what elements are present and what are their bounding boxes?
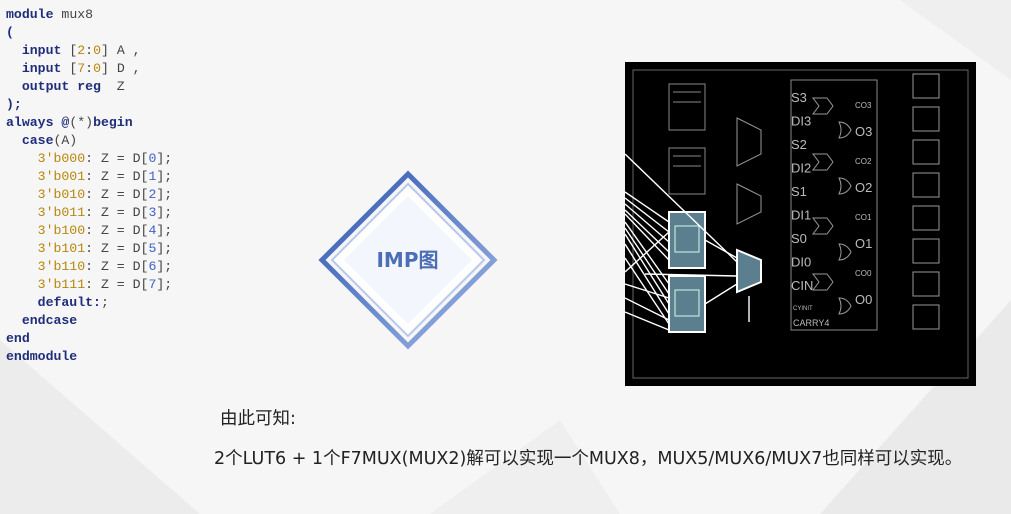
code-token: module — [6, 7, 62, 22]
code-token: 0 — [93, 61, 101, 76]
code-token: 3'b010 — [6, 187, 86, 202]
conclusion-title: 由此可知: — [220, 409, 296, 429]
carry4-pin-di2: DI2 — [791, 161, 811, 176]
code-token: endcase — [6, 313, 78, 328]
code-token: : Z = D[ — [85, 241, 149, 256]
code-token: mux8 — [61, 7, 94, 22]
flip-flop — [912, 139, 940, 165]
code-token: : Z = D[ — [85, 151, 149, 166]
code-token: 0 — [93, 43, 101, 58]
code-token: (A) — [53, 133, 78, 148]
lut-block-upper — [668, 83, 706, 195]
code-token: : Z = D[ — [85, 205, 149, 220]
code-token: endmodule — [6, 349, 78, 364]
carry4-pin-co1: CO1 — [855, 213, 872, 222]
code-token: : — [85, 43, 94, 58]
code-token: ]; — [156, 241, 173, 256]
code-token: input — [6, 43, 70, 58]
code-token: ; — [100, 295, 109, 310]
code-token: : Z = D[ — [85, 277, 149, 292]
code-token: always @ — [6, 115, 70, 130]
carry4-name: CARRY4 — [793, 318, 829, 328]
flip-flop — [912, 205, 940, 231]
code-token: ] A , — [101, 43, 141, 58]
flip-flop — [912, 271, 940, 297]
code-token: ( — [6, 25, 14, 40]
code-token: (*) — [69, 115, 94, 130]
schematic-canvas: S3 DI3 S2 DI2 S1 DI1 S0 DI0 CIN CO3 CO2 CO1 CO0 O3 O… — [625, 69, 969, 379]
carry4-pin-s2: S2 — [791, 137, 807, 152]
code-token: : Z = D[ — [85, 169, 149, 184]
code-token: : Z = D[ — [85, 187, 149, 202]
carry4-pin-s0: S0 — [791, 231, 807, 246]
carry4-pin-o2: O2 — [855, 180, 872, 195]
code-token: ]; — [156, 187, 173, 202]
code-token: ]; — [156, 223, 173, 238]
code-token: 3'b111 — [6, 277, 86, 292]
code-token: ]; — [156, 151, 173, 166]
flip-flop — [912, 73, 940, 99]
code-token: ); — [6, 97, 22, 112]
code-token: ]; — [156, 205, 173, 220]
verilog-code-block: module mux8 ( input [2:0] A , input [7:0… — [6, 6, 172, 366]
f7mux — [736, 248, 762, 294]
carry4-pin-o3: O3 — [855, 124, 872, 139]
carry4-pin-co0: CO0 — [855, 269, 872, 278]
code-token: end — [6, 331, 30, 346]
carry4-pin-co3: CO3 — [855, 101, 872, 110]
carry4-pin-di0: DI0 — [791, 255, 811, 270]
code-token: ]; — [156, 169, 173, 184]
code-token: : Z = D[ — [85, 223, 149, 238]
carry4-pin-o1: O1 — [855, 236, 872, 251]
code-token: 3'b100 — [6, 223, 86, 238]
code-token: default: — [6, 295, 101, 310]
code-token: ]; — [156, 259, 173, 274]
code-token: 2 — [77, 43, 86, 58]
implementation-schematic: S3 DI3 S2 DI2 S1 DI1 S0 DI0 CIN CO3 CO2 CO1 CO0 O3 O… — [625, 62, 976, 386]
carry4-pin-co2: CO2 — [855, 157, 872, 166]
flip-flop — [912, 238, 940, 264]
code-token: 3'b011 — [6, 205, 86, 220]
code-token: Z — [108, 79, 125, 94]
mux-shapes-faded — [736, 117, 762, 225]
carry4-pin-labels: S3 DI3 S2 DI2 S1 DI1 S0 DI0 CIN — [791, 90, 813, 293]
carry4-pin-di3: DI3 — [791, 114, 811, 129]
lut6-active — [668, 211, 706, 333]
code-token: output reg — [6, 79, 109, 94]
flip-flop — [912, 304, 940, 330]
code-token: ]; — [156, 277, 173, 292]
code-token: 3'b001 — [6, 169, 86, 184]
conclusion-body: 2个LUT6 + 1个F7MUX(MUX2)解可以实现一个MUX8，MUX5/M… — [214, 449, 963, 469]
code-token: : Z = D[ — [85, 259, 149, 274]
carry4-pin-s3: S3 — [791, 90, 807, 105]
code-token: 3'b110 — [6, 259, 86, 274]
code-token: 7 — [77, 61, 86, 76]
code-token: 3'b101 — [6, 241, 86, 256]
code-token: begin — [93, 115, 133, 130]
cyinit-label: CYINIT — [793, 306, 813, 312]
code-token: ] D , — [101, 61, 141, 76]
carry4-pin-di1: DI1 — [791, 208, 811, 223]
carry4-pin-s1: S1 — [791, 184, 807, 199]
code-token: input — [6, 61, 70, 76]
code-token: : — [85, 61, 94, 76]
flip-flop — [912, 106, 940, 132]
carry4-pin-cin: CIN — [791, 278, 813, 293]
code-token: 3'b000 — [6, 151, 86, 166]
code-token: case — [6, 133, 54, 148]
carry4-pin-o0: O0 — [855, 292, 872, 307]
flip-flop — [912, 172, 940, 198]
imp-diagram-label: IMP图 — [376, 248, 439, 272]
carry4-gates — [812, 97, 852, 315]
flip-flop-column — [912, 73, 940, 330]
